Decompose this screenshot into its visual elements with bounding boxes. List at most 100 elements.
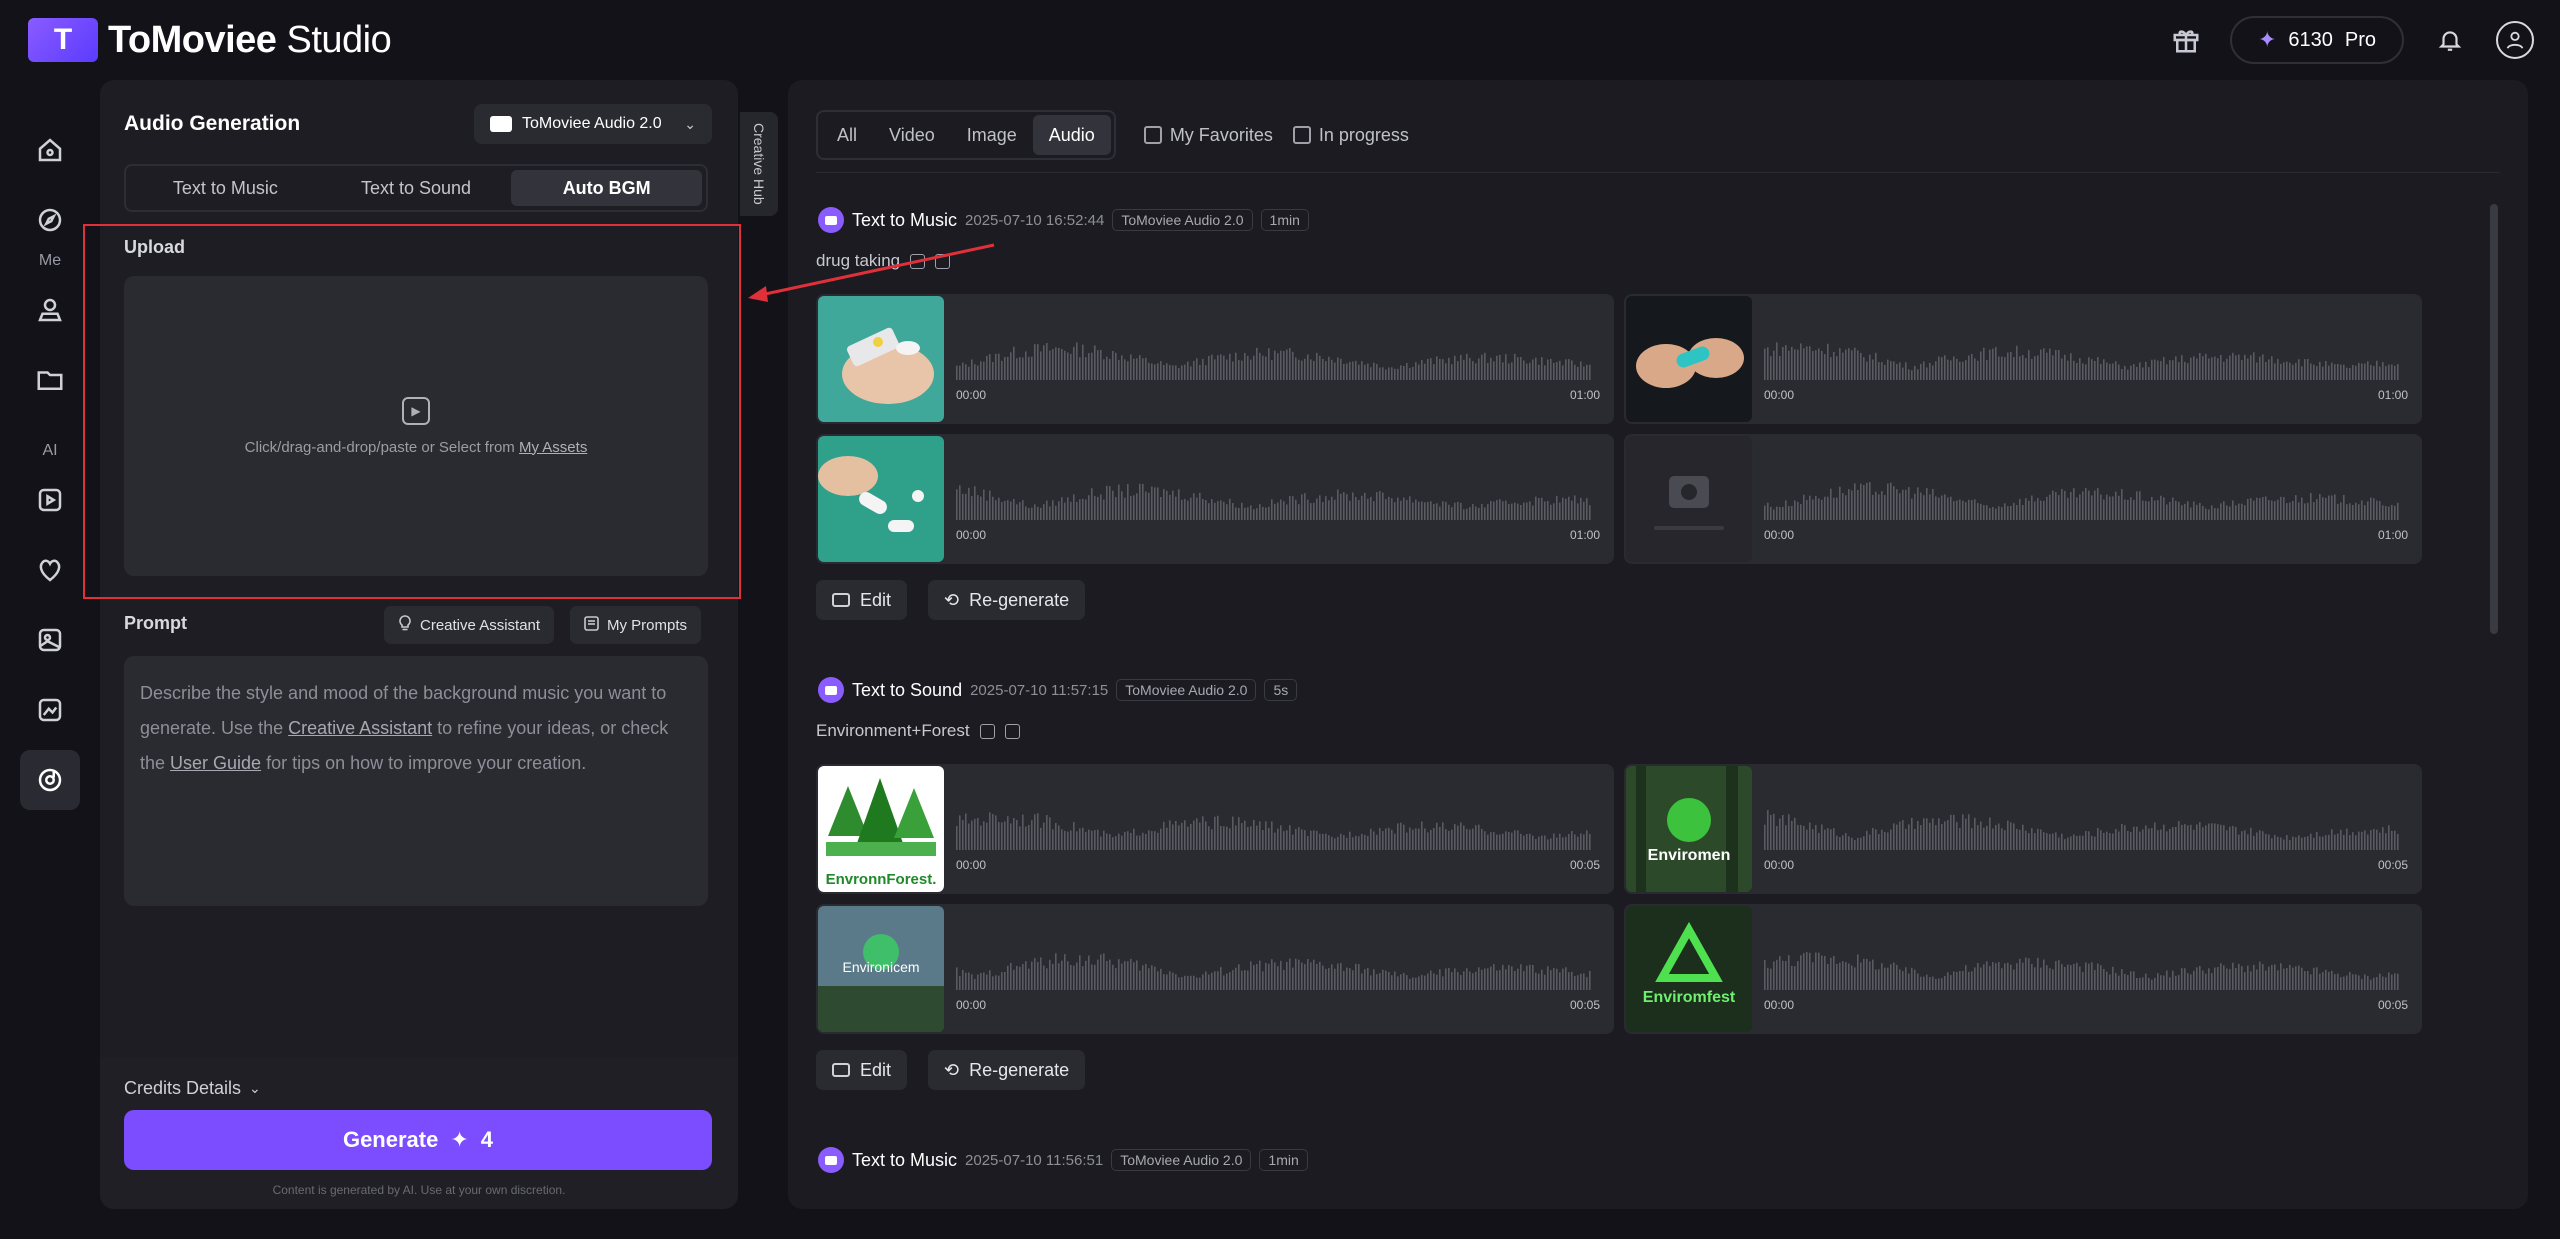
creative-assistant-link[interactable]: Creative Assistant: [288, 718, 432, 738]
my-prompts-button[interactable]: My Prompts: [570, 606, 702, 644]
audio-result-card[interactable]: Environicem 00:00 00:05: [816, 904, 1614, 1034]
generate-button[interactable]: Generate ✦ 4: [124, 1110, 712, 1170]
waveform-bar: [1382, 969, 1384, 990]
waveform-bar: [1908, 487, 1910, 520]
user-guide-link[interactable]: User Guide: [170, 753, 261, 773]
nav-avatar-gen-icon[interactable]: [20, 540, 80, 600]
waveform[interactable]: [1764, 334, 2404, 380]
credits-pill[interactable]: ✦ 6130 Pro: [2229, 16, 2404, 64]
save-prompt-icon[interactable]: [979, 723, 995, 739]
waveform-bar: [1310, 830, 1312, 850]
waveform-bar: [2298, 835, 2300, 850]
waveform-bar: [1346, 363, 1348, 380]
waveform-bar: [1836, 963, 1838, 990]
nav-image-edit-icon[interactable]: [20, 680, 80, 740]
waveform-bar: [1199, 822, 1201, 850]
waveform-bar: [2127, 499, 2129, 520]
waveform-bar: [2307, 836, 2309, 850]
regenerate-button[interactable]: ⟲ Re-generate: [928, 1050, 1086, 1090]
waveform-bar: [2286, 968, 2288, 990]
waveform-bar: [2322, 836, 2324, 850]
waveform-bar: [1091, 964, 1093, 990]
waveform[interactable]: [956, 804, 1596, 850]
waveform-bar: [1193, 493, 1195, 520]
waveform[interactable]: [956, 334, 1596, 380]
audio-result-card[interactable]: 00:00 01:00: [816, 434, 1614, 564]
in-progress-checkbox[interactable]: In progress: [1292, 125, 1409, 146]
tab-image[interactable]: Image: [951, 115, 1033, 155]
audio-result-card[interactable]: 00:00 01:00: [816, 294, 1614, 424]
tab-text-to-music[interactable]: Text to Music: [130, 170, 321, 206]
waveform-bar: [2151, 496, 2153, 520]
creative-hub-tab[interactable]: Creative Hub: [740, 112, 778, 216]
waveform[interactable]: [956, 474, 1596, 520]
waveform-bar: [1064, 350, 1066, 380]
waveform-bar: [1274, 503, 1276, 520]
nav-video-gen-icon[interactable]: [20, 470, 80, 530]
checkbox[interactable]: [1292, 126, 1311, 144]
nav-explore-icon[interactable]: [20, 190, 80, 250]
tab-auto-bgm[interactable]: Auto BGM: [511, 170, 703, 206]
waveform[interactable]: [1764, 944, 2404, 990]
waveform-bar: [2112, 966, 2114, 990]
waveform[interactable]: [1764, 804, 2404, 850]
credits-details-toggle[interactable]: Credits Details ⌄: [124, 1078, 261, 1099]
waveform-bar: [1448, 830, 1450, 850]
waveform[interactable]: [956, 944, 1596, 990]
audio-result-card[interactable]: Enviromfest 00:00 00:05: [1624, 904, 2422, 1034]
regenerate-button[interactable]: ⟲ Re-generate: [928, 580, 1086, 620]
edit-button[interactable]: Edit: [816, 580, 908, 620]
waveform-bar: [1007, 500, 1009, 520]
waveform-bar: [1184, 498, 1186, 520]
nav-audio-gen-icon[interactable]: [20, 750, 80, 810]
gift-icon[interactable]: [2168, 22, 2204, 58]
waveform-bar: [1274, 962, 1276, 990]
user-avatar-icon[interactable]: [2496, 21, 2534, 59]
waveform-bar: [2139, 491, 2141, 520]
edit-button[interactable]: Edit: [816, 1050, 908, 1090]
waveform-bar: [1094, 829, 1096, 850]
my-favorites-checkbox[interactable]: My Favorites: [1143, 125, 1273, 146]
waveform-bar: [1376, 974, 1378, 990]
waveform-bar: [2016, 505, 2018, 520]
waveform-bar: [2262, 497, 2264, 520]
tab-text-to-sound[interactable]: Text to Sound: [321, 170, 512, 206]
model-select[interactable]: ToMoviee Audio 2.0 ⌄: [474, 104, 712, 144]
waveform-bar: [1145, 357, 1147, 380]
copy-icon[interactable]: [1004, 723, 1020, 739]
waveform-bar: [2034, 833, 2036, 850]
audio-result-card[interactable]: Enviromen 00:00 00:05: [1624, 764, 2422, 894]
waveform-bar: [2193, 970, 2195, 990]
waveform-bar: [1472, 504, 1474, 520]
waveform[interactable]: [1764, 474, 2404, 520]
nav-profile-icon[interactable]: [20, 280, 80, 340]
nav-image-gen-icon[interactable]: [20, 610, 80, 670]
waveform-bar: [1806, 829, 1808, 850]
thumbnail-forest-triangle: Enviromfest: [1626, 906, 1752, 1032]
waveform-bar: [2067, 964, 2069, 990]
prompt-input[interactable]: Describe the style and mood of the backg…: [124, 656, 708, 906]
tab-video[interactable]: Video: [873, 115, 951, 155]
waveform-bar: [1929, 362, 1931, 380]
audio-result-card[interactable]: 00:00 01:00: [1624, 434, 2422, 564]
waveform-bar: [2205, 508, 2207, 520]
checkbox[interactable]: [1143, 126, 1162, 144]
waveform-bar: [1112, 964, 1114, 990]
tab-all[interactable]: All: [821, 115, 873, 155]
waveform-bar: [1253, 509, 1255, 520]
waveform-bar: [1313, 502, 1315, 520]
tab-audio[interactable]: Audio: [1032, 115, 1111, 155]
waveform-bar: [2202, 356, 2204, 380]
creative-assistant-button[interactable]: Creative Assistant: [384, 606, 555, 644]
waveform-bar: [1019, 966, 1021, 990]
audio-result-card[interactable]: 00:00 01:00: [1624, 294, 2422, 424]
audio-result-card[interactable]: EnvronnForest. 00:00 00:05: [816, 764, 1614, 894]
waveform-bar: [2325, 835, 2327, 850]
logo[interactable]: T ToMoviee Studio: [28, 18, 392, 62]
waveform-bar: [1484, 507, 1486, 520]
nav-assets-folder-icon[interactable]: [20, 350, 80, 410]
waveform-bar: [1217, 501, 1219, 520]
scrollbar[interactable]: [2490, 204, 2498, 634]
bell-icon[interactable]: [2430, 20, 2470, 60]
nav-home-icon[interactable]: [20, 120, 80, 180]
